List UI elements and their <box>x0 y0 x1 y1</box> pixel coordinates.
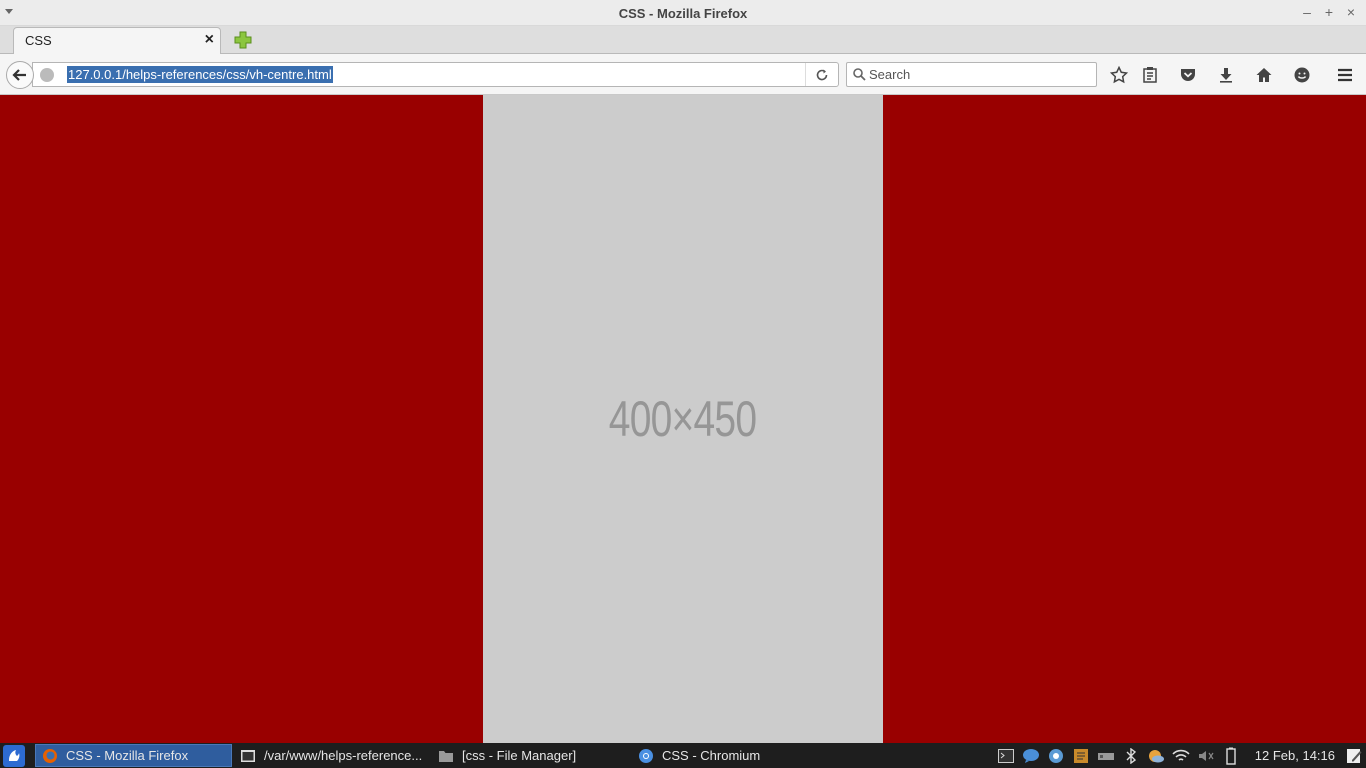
navigation-toolbar: 127.0.0.1/helps-references/css/vh-centre… <box>0 54 1366 95</box>
page-content: 400×450 <box>0 95 1366 743</box>
clock[interactable]: 12 Feb, 14:16 <box>1255 748 1335 763</box>
maximize-icon[interactable]: + <box>1322 3 1336 21</box>
search-bar[interactable] <box>846 62 1097 87</box>
text-editor-icon[interactable] <box>1072 747 1090 765</box>
close-tab-icon[interactable]: × <box>205 32 214 48</box>
taskbar-item-firefox[interactable]: CSS - Mozilla Firefox <box>35 744 232 767</box>
url-bar[interactable]: 127.0.0.1/helps-references/css/vh-centre… <box>32 62 839 87</box>
reload-icon[interactable] <box>805 63 838 86</box>
pocket-icon[interactable] <box>1178 65 1198 85</box>
folder-icon <box>439 750 453 762</box>
close-window-icon[interactable]: × <box>1344 3 1358 21</box>
taskbar: CSS - Mozilla Firefox /var/www/helps-ref… <box>0 743 1366 768</box>
tab-strip: CSS × <box>0 26 1366 54</box>
hello-chat-icon[interactable] <box>1292 65 1312 85</box>
taskbar-item-label: CSS - Mozilla Firefox <box>66 748 189 763</box>
hamburger-menu-icon[interactable] <box>1335 65 1355 85</box>
network-drive-icon[interactable] <box>1097 747 1115 765</box>
minimize-icon[interactable]: – <box>1300 3 1314 21</box>
taskbar-item-chromium[interactable]: CSS - Chromium <box>632 744 830 767</box>
home-icon[interactable] <box>1254 65 1274 85</box>
taskbar-item-label: [css - File Manager] <box>462 748 577 763</box>
placeholder-image: 400×450 <box>483 95 883 743</box>
window-controls: – + × <box>1300 3 1358 21</box>
volume-icon[interactable] <box>1197 747 1215 765</box>
bookmark-star-icon[interactable] <box>1109 65 1129 85</box>
system-tray: 12 Feb, 14:16 <box>997 743 1366 768</box>
tab-label: CSS <box>25 33 52 48</box>
battery-icon[interactable] <box>1222 747 1240 765</box>
new-tab-icon[interactable] <box>233 30 253 50</box>
search-input[interactable] <box>869 64 1091 85</box>
taskbar-item-terminal[interactable]: /var/www/helps-reference... <box>234 744 430 767</box>
site-identity-icon[interactable] <box>40 68 54 82</box>
browser-tray-icon[interactable] <box>1047 747 1065 765</box>
taskbar-item-label: /var/www/helps-reference... <box>264 748 423 763</box>
url-text[interactable]: 127.0.0.1/helps-references/css/vh-centre… <box>67 66 333 83</box>
taskbar-item-label: CSS - Chromium <box>662 748 761 763</box>
reading-list-icon[interactable] <box>1140 65 1160 85</box>
back-button[interactable] <box>6 61 34 89</box>
terminal-icon[interactable] <box>997 747 1015 765</box>
window-title: CSS - Mozilla Firefox <box>618 6 748 21</box>
search-icon <box>853 68 866 81</box>
firefox-icon <box>43 748 57 763</box>
terminal-window-icon <box>241 749 255 762</box>
downloads-icon[interactable] <box>1216 65 1236 85</box>
bluetooth-icon[interactable] <box>1122 747 1140 765</box>
taskbar-item-file-manager[interactable]: [css - File Manager] <box>432 744 630 767</box>
back-arrow-icon <box>12 69 26 81</box>
chat-bubble-icon[interactable] <box>1022 747 1040 765</box>
weather-icon[interactable] <box>1147 747 1165 765</box>
start-menu-icon[interactable] <box>3 745 25 767</box>
wifi-icon[interactable] <box>1172 747 1190 765</box>
window-titlebar: CSS - Mozilla Firefox – + × <box>0 0 1366 26</box>
chromium-icon <box>639 748 653 763</box>
tab-css[interactable]: CSS × <box>13 27 221 54</box>
notes-icon[interactable] <box>1345 747 1363 765</box>
placeholder-dimensions-text: 400×450 <box>609 391 757 447</box>
